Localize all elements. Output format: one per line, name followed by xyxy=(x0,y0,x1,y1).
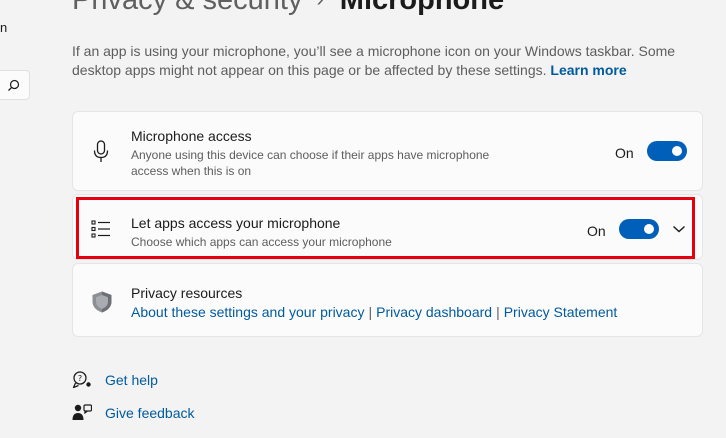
get-help-link[interactable]: Get help xyxy=(105,372,158,388)
search-box[interactable] xyxy=(0,70,30,100)
breadcrumb-separator: › xyxy=(316,0,323,11)
sidebar-partial-text: n xyxy=(0,20,8,35)
apps-access-toggle[interactable] xyxy=(619,219,659,239)
get-help-row[interactable]: ? Get help xyxy=(72,370,158,390)
sidebar: n xyxy=(0,0,40,438)
microphone-access-state: On xyxy=(615,145,634,161)
apps-access-state: On xyxy=(587,223,606,239)
microphone-icon xyxy=(93,140,109,162)
privacy-links: About these settings and your privacy | Pr… xyxy=(131,304,617,320)
app-list-icon xyxy=(91,220,110,238)
learn-more-link[interactable]: Learn more xyxy=(550,62,626,78)
toggle-knob xyxy=(672,146,682,156)
privacy-dashboard-link[interactable]: Privacy dashboard xyxy=(376,304,492,320)
breadcrumb-privacy-security[interactable]: Privacy & security xyxy=(72,0,302,16)
link-separator: | xyxy=(368,304,373,320)
give-feedback-icon xyxy=(72,404,92,420)
svg-text:?: ? xyxy=(78,374,82,383)
microphone-access-toggle[interactable] xyxy=(647,141,687,161)
privacy-resources-title: Privacy resources xyxy=(131,285,243,301)
search-icon xyxy=(8,79,20,91)
link-separator: | xyxy=(496,304,500,320)
toggle-knob xyxy=(644,224,654,234)
give-feedback-link[interactable]: Give feedback xyxy=(105,405,195,421)
give-feedback-row[interactable]: Give feedback xyxy=(72,403,195,423)
privacy-statement-link[interactable]: Privacy Statement xyxy=(504,304,618,320)
apps-access-subtitle: Choose which apps can access your microp… xyxy=(131,235,392,249)
get-help-icon: ? xyxy=(72,371,91,389)
microphone-access-title: Microphone access xyxy=(131,128,252,144)
page-title: Microphone xyxy=(339,0,505,16)
chevron-down-icon[interactable] xyxy=(672,224,686,234)
apps-access-card[interactable]: Let apps access your microphone Choose w… xyxy=(72,194,703,260)
page-header: Privacy & security › Microphone xyxy=(72,0,504,24)
microphone-access-card: Microphone access Anyone using this devi… xyxy=(72,111,703,191)
about-settings-link[interactable]: About these settings and your privacy xyxy=(131,304,364,320)
shield-icon xyxy=(92,291,112,313)
apps-access-title: Let apps access your microphone xyxy=(131,215,341,231)
page-description: If an app is using your microphone, you’… xyxy=(72,42,712,80)
microphone-access-subtitle: Anyone using this device can choose if t… xyxy=(131,148,490,178)
privacy-resources-card: Privacy resources About these settings a… xyxy=(72,263,703,337)
